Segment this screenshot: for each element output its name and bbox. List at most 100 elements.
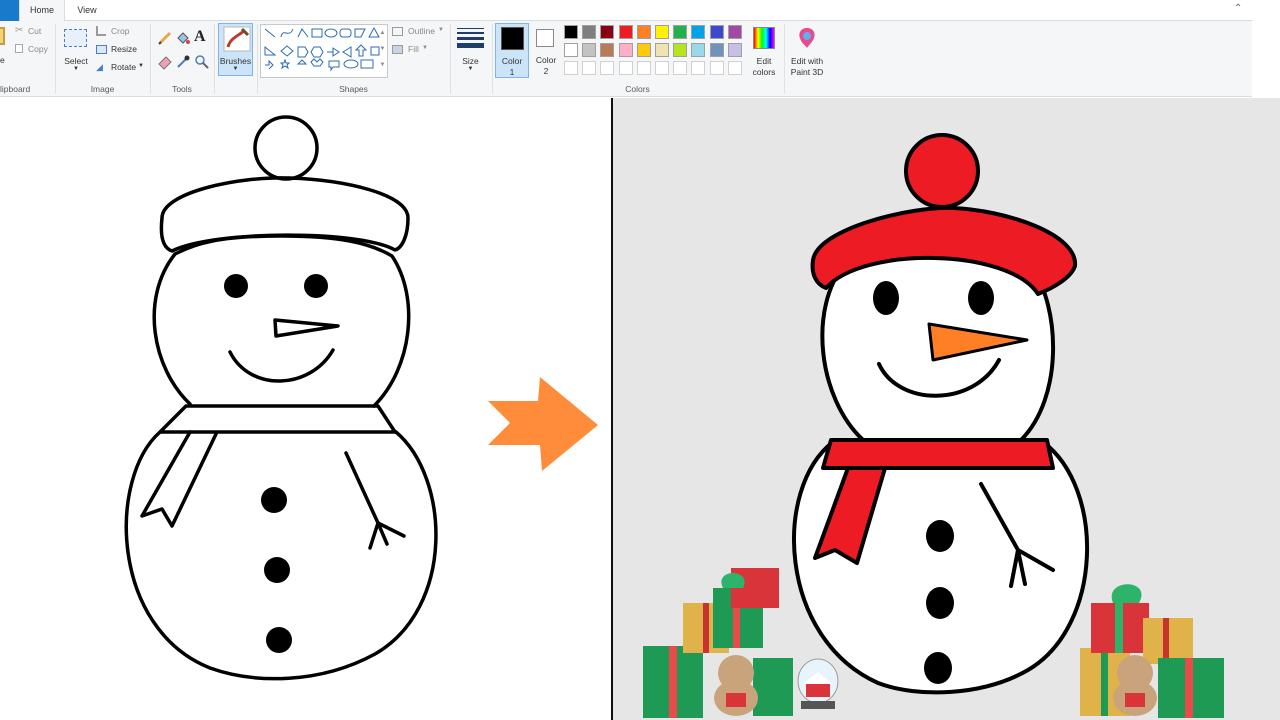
- outline-dropdown-icon: ▼: [438, 27, 444, 33]
- palette-swatch[interactable]: [691, 25, 706, 39]
- separator: [150, 24, 151, 94]
- image-group-label: Image: [90, 84, 115, 94]
- brushes-label: Brushes: [219, 56, 252, 66]
- drawing-canvas[interactable]: [0, 98, 1280, 720]
- palette-custom-slot[interactable]: [600, 61, 615, 75]
- palette-swatch[interactable]: [655, 25, 669, 39]
- separator: [784, 24, 785, 94]
- palette-swatch[interactable]: [582, 25, 597, 39]
- palette-custom-slot[interactable]: [727, 61, 742, 75]
- edit-with-paint3d-button[interactable]: Edit with Paint 3D: [787, 23, 827, 79]
- outline-icon: [392, 27, 403, 36]
- tab-home[interactable]: Home: [19, 0, 65, 22]
- magnifier-button[interactable]: [194, 54, 210, 70]
- palette-custom-slot[interactable]: [655, 61, 669, 75]
- ribbon-tab-bar: Home View ⌃: [0, 0, 1252, 22]
- palette-swatch[interactable]: [600, 43, 615, 57]
- color1-button[interactable]: Color 1: [495, 23, 529, 78]
- eyedropper-icon: [177, 55, 190, 68]
- edit-colors-button[interactable]: Edit colors: [748, 23, 780, 79]
- palette-swatch[interactable]: [655, 43, 669, 57]
- size-label: Size: [462, 56, 479, 66]
- resize-label: Resize: [111, 44, 137, 54]
- colors-group-label: Colors: [625, 84, 650, 94]
- copy-icon: [15, 44, 23, 53]
- paint3d-label-2: Paint 3D: [790, 67, 824, 77]
- file-tab[interactable]: [0, 0, 19, 21]
- brushes-dropdown-icon: ▼: [232, 66, 239, 72]
- shapes-gallery-icons: [264, 26, 380, 72]
- palette-swatch[interactable]: [673, 25, 688, 39]
- palette-swatch[interactable]: [600, 25, 615, 39]
- palette-swatch[interactable]: [709, 25, 724, 39]
- cut-button[interactable]: ✂ Cut: [15, 25, 45, 38]
- separator: [492, 24, 493, 94]
- palette-swatch[interactable]: [582, 43, 597, 57]
- palette-swatch[interactable]: [636, 25, 651, 39]
- shapes-group-label: Shapes: [339, 84, 368, 94]
- collapse-ribbon-icon[interactable]: ⌃: [1234, 3, 1242, 14]
- palette-swatch[interactable]: [618, 25, 633, 39]
- fill-shape-icon: [392, 45, 403, 54]
- fill-dropdown-icon: ▼: [422, 45, 428, 51]
- palette-custom-slot[interactable]: [564, 61, 578, 75]
- palette-swatch[interactable]: [709, 43, 724, 57]
- select-button[interactable]: Select ▼: [60, 25, 92, 79]
- text-button[interactable]: A: [194, 28, 210, 46]
- color-picker-button[interactable]: [175, 54, 191, 70]
- size-button[interactable]: Size ▼: [453, 24, 488, 78]
- magnifier-icon: [195, 55, 209, 69]
- crop-label: Crop: [111, 26, 130, 36]
- tab-view[interactable]: View: [66, 0, 108, 21]
- palette-swatch[interactable]: [673, 43, 688, 57]
- palette-custom-slot[interactable]: [618, 61, 633, 75]
- palette-swatch[interactable]: [727, 25, 742, 39]
- rotate-icon: ◢: [96, 62, 103, 72]
- rotate-dropdown-icon: ▼: [138, 63, 144, 69]
- rotate-button[interactable]: ◢ Rotate ▼: [96, 62, 148, 74]
- resize-button[interactable]: Resize: [96, 44, 140, 56]
- brush-icon: [223, 26, 251, 52]
- eraser-button[interactable]: [157, 54, 173, 70]
- palette-custom-slot[interactable]: [582, 61, 597, 75]
- fill-button[interactable]: [175, 30, 191, 46]
- shapes-scroll[interactable]: ▲ ▼ ▼: [378, 25, 387, 77]
- fill-shape-label: Fill: [408, 44, 419, 54]
- palette-swatch[interactable]: [636, 43, 651, 57]
- cut-label: Cut: [28, 26, 42, 36]
- palette-swatch[interactable]: [564, 43, 578, 57]
- copy-button[interactable]: Copy: [15, 44, 51, 56]
- palette-swatch[interactable]: [618, 43, 633, 57]
- resize-icon: [96, 45, 107, 54]
- outline-button[interactable]: Outline ▼: [392, 26, 446, 38]
- colored-drawing-panel: [613, 98, 1280, 720]
- edit-colors-label-2: colors: [752, 67, 776, 77]
- size-lines-icon: [457, 28, 484, 48]
- crop-button[interactable]: Crop: [96, 26, 136, 38]
- shapes-gallery[interactable]: [260, 24, 388, 78]
- color-spectrum-icon: [753, 27, 775, 49]
- paste-button[interactable]: [0, 27, 6, 49]
- pencil-button[interactable]: [157, 30, 173, 46]
- pencil-icon: [158, 31, 172, 45]
- clipboard-group-label: lipboard: [0, 84, 31, 94]
- palette-custom-slot[interactable]: [709, 61, 724, 75]
- palette-swatch[interactable]: [727, 43, 742, 57]
- rotate-label: Rotate: [111, 62, 137, 72]
- paint3d-icon: [799, 28, 815, 48]
- text-tool-icon: A: [194, 28, 206, 45]
- fill-shape-button[interactable]: Fill ▼: [392, 44, 432, 56]
- palette-custom-slot[interactable]: [673, 61, 688, 75]
- color2-swatch: [536, 29, 554, 47]
- color1-number: 1: [509, 67, 515, 77]
- color2-label: Color: [535, 55, 557, 65]
- separator: [257, 24, 258, 94]
- color1-label: Color: [501, 56, 523, 66]
- color2-button[interactable]: Color 2: [530, 23, 562, 78]
- gift-boxes-decoration: [643, 568, 1224, 718]
- palette-swatch[interactable]: [691, 43, 706, 57]
- palette-custom-slot[interactable]: [691, 61, 706, 75]
- palette-swatch[interactable]: [564, 25, 578, 39]
- brushes-button[interactable]: Brushes ▼: [218, 23, 253, 76]
- palette-custom-slot[interactable]: [636, 61, 651, 75]
